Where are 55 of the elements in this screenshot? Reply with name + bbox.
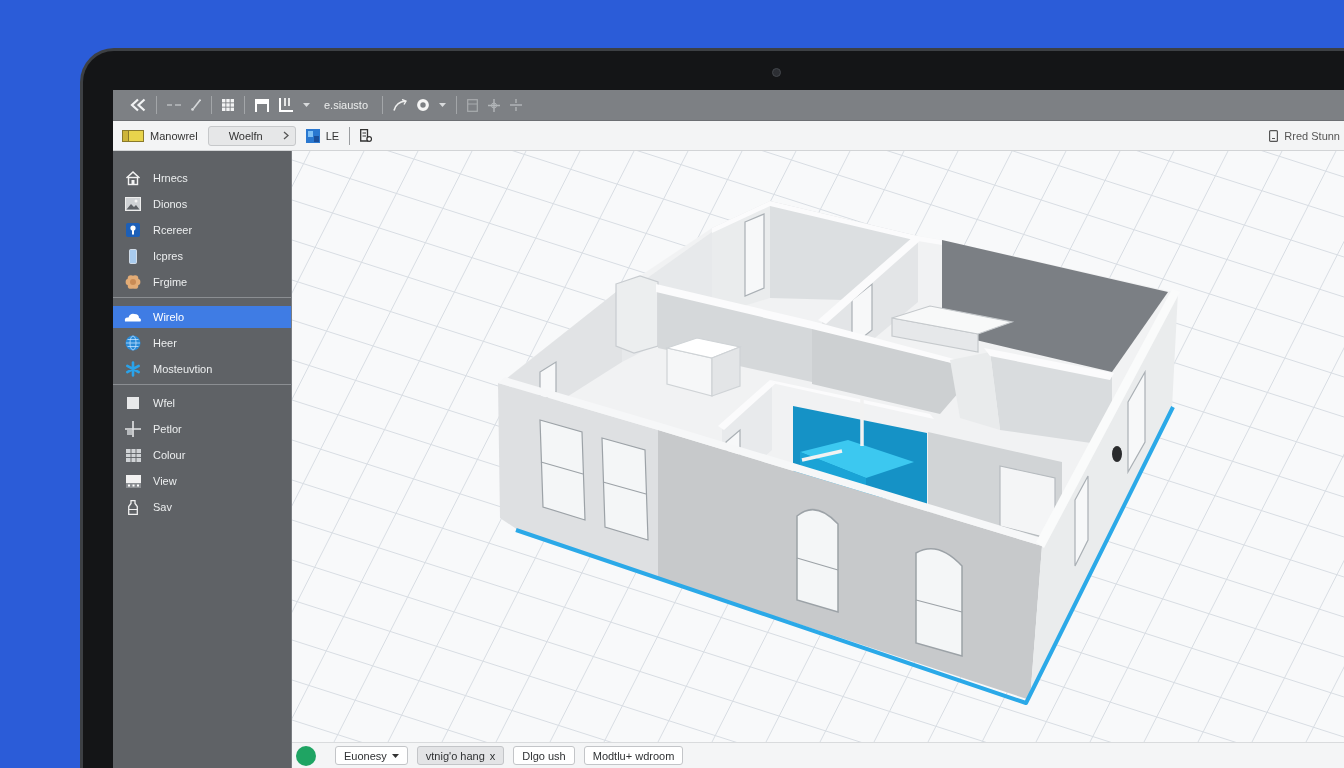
chip-button[interactable]: Modtlu+ wdroom [583, 746, 684, 765]
chip-button[interactable]: Dlgo ush [513, 746, 575, 765]
globe-icon [125, 335, 141, 351]
screen-icon [125, 474, 141, 488]
sidebar-item[interactable]: Frgime [113, 269, 291, 295]
filter-tag[interactable]: vtnig'o hang x [416, 746, 505, 765]
camera-icon [772, 68, 781, 77]
crosshair-icon[interactable] [488, 98, 501, 112]
dash-icon[interactable] [167, 103, 181, 107]
curved-arrow-icon[interactable] [393, 99, 408, 111]
remove-button[interactable]: x [489, 749, 496, 762]
picture-icon [125, 197, 141, 211]
flower-icon [125, 274, 141, 290]
phone-icon [1269, 129, 1279, 142]
grid-icon [125, 448, 141, 462]
toolbar-label: e.siausto [324, 99, 369, 111]
square-icon [127, 397, 139, 409]
view-dropdown[interactable]: Woelfn [207, 125, 296, 146]
caret-icon [391, 753, 399, 758]
folder-icon [122, 129, 144, 142]
plus-icon [125, 421, 141, 437]
bottle-icon [128, 499, 138, 515]
sidebar-item[interactable]: Wfel [113, 390, 291, 416]
filter-dropdown[interactable]: Euonesy [335, 746, 408, 765]
sidebar-item[interactable]: Sav [113, 494, 291, 520]
chevron-icon [282, 131, 289, 140]
sidebar-item[interactable]: Wirelo [113, 306, 291, 328]
sidebar-item[interactable]: Petlor [113, 416, 291, 442]
ring-icon[interactable] [417, 99, 430, 111]
pen-icon[interactable] [191, 99, 201, 111]
sidebar-item[interactable]: Icpres [113, 243, 291, 269]
sidebar-item[interactable]: Hrnecs [113, 165, 291, 191]
grid-icon[interactable] [222, 99, 234, 111]
asterisk-icon [125, 361, 141, 377]
caret-icon [439, 103, 447, 107]
sidebar-item[interactable]: Colour [113, 442, 291, 468]
sidebar-item[interactable]: Dionos [113, 191, 291, 217]
image-icon [305, 128, 320, 143]
sidebar-item[interactable]: Rcereer [113, 217, 291, 243]
menu-button[interactable]: Manowrel [122, 129, 198, 142]
table-icon[interactable] [255, 98, 269, 112]
user-button[interactable]: Rred Stunn [1269, 129, 1340, 142]
bracket-icon[interactable] [279, 98, 293, 112]
double-chevron-icon[interactable] [130, 98, 146, 112]
sidebar-item[interactable]: View [113, 468, 291, 494]
sidebar-item[interactable]: Heer [113, 332, 291, 354]
circle-badge-icon [296, 745, 316, 766]
panel-icon [129, 248, 137, 264]
document-icon[interactable] [360, 129, 373, 142]
caret-icon [303, 103, 310, 107]
keyhole-icon [126, 223, 140, 237]
house-icon [125, 170, 141, 186]
menu-button[interactable]: LE [305, 128, 340, 143]
sidebar-item[interactable]: Mosteuvtion [113, 358, 291, 380]
cloud-icon [124, 312, 142, 322]
